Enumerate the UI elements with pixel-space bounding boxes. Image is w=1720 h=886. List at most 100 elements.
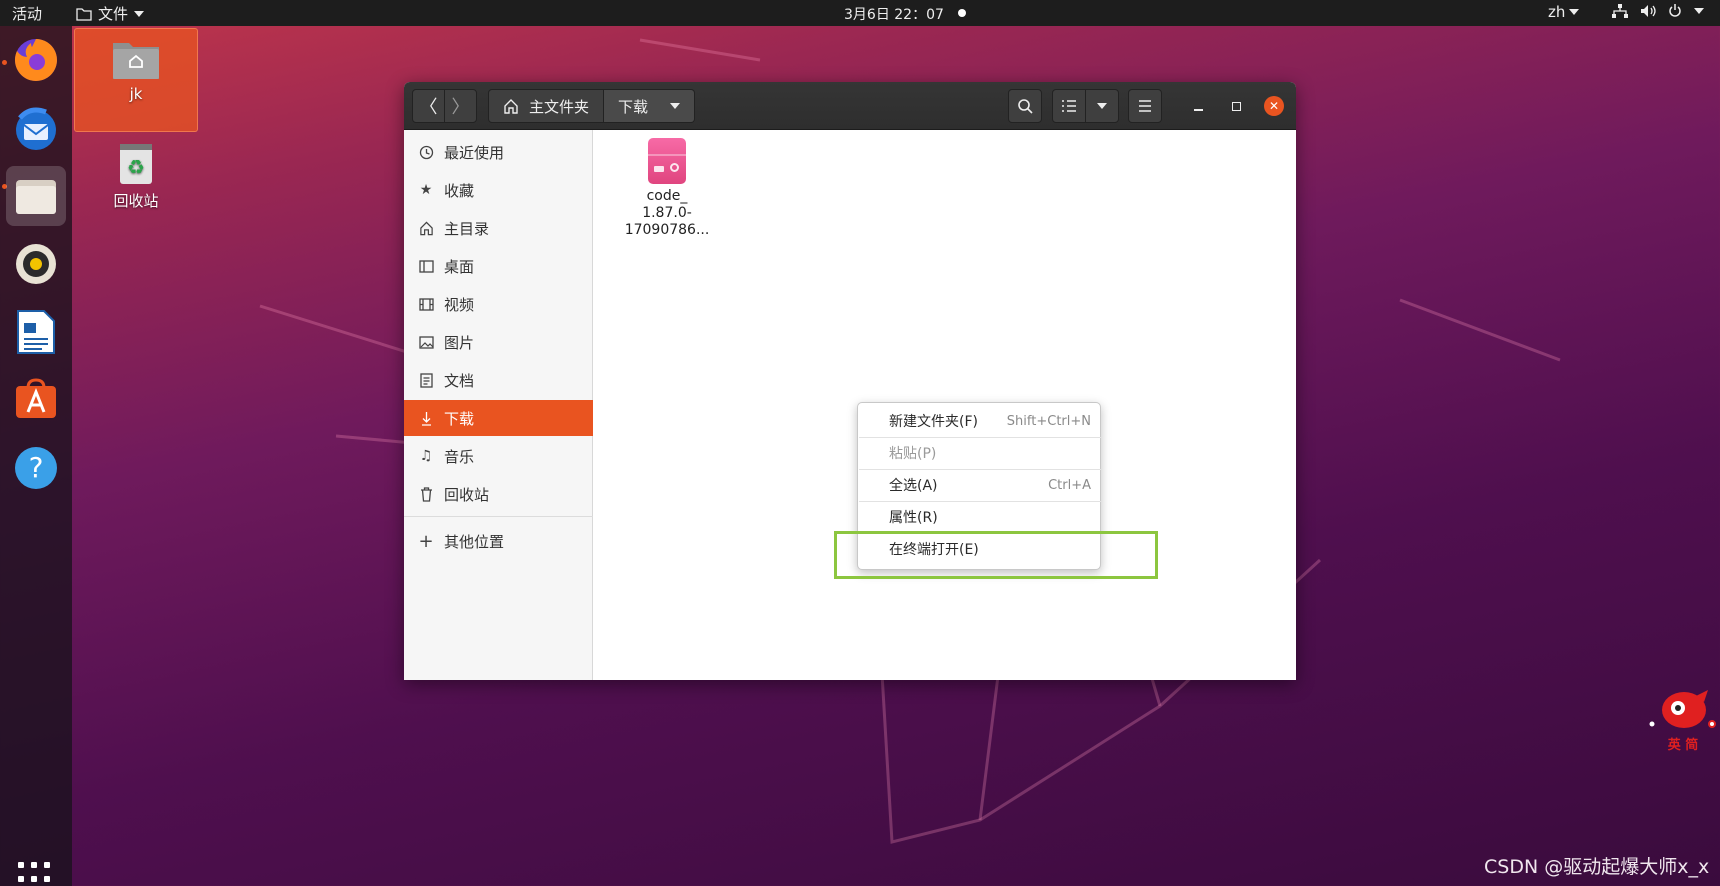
folder-icon: [76, 7, 92, 21]
dock-firefox[interactable]: [6, 30, 66, 90]
dock: ?: [0, 26, 72, 886]
sidebar-item-label: 桌面: [444, 257, 475, 276]
firefox-icon: [14, 39, 57, 81]
sidebar-item-label: 其他位置: [444, 532, 505, 551]
home-folder-icon: [113, 43, 159, 79]
trash-icon: ♻: [120, 144, 152, 184]
sidebar-divider: [404, 516, 593, 517]
input-method-mascot[interactable]: 英 简: [1648, 686, 1718, 753]
dock-help[interactable]: ?: [6, 438, 66, 498]
menu-item-select-all[interactable]: 全选(A) Ctrl+A: [859, 470, 1101, 500]
maximize-icon: [1231, 101, 1241, 111]
files-icon: [16, 180, 56, 214]
sidebar-item-label: 主目录: [444, 219, 490, 238]
list-view-icon: [1062, 100, 1076, 112]
app-menu-label: 文件: [98, 5, 129, 23]
show-applications-button[interactable]: [18, 862, 54, 886]
breadcrumb-downloads[interactable]: 下载: [604, 89, 696, 123]
chevron-down-icon: [670, 103, 681, 109]
chevron-right-icon: 〉: [451, 97, 470, 118]
home-icon: [418, 220, 434, 236]
activities-button[interactable]: 活动: [12, 3, 42, 24]
dock-rhythmbox[interactable]: [6, 234, 66, 294]
document-icon: [418, 372, 434, 388]
menu-item-new-folder[interactable]: 新建文件夹(F) Shift+Ctrl+N: [859, 406, 1101, 436]
dock-writer[interactable]: [6, 302, 66, 362]
dock-software[interactable]: [6, 370, 66, 430]
view-options-button[interactable]: [1085, 89, 1119, 123]
clock-icon: [418, 144, 434, 160]
plus-icon: +: [418, 530, 434, 552]
watermark: CSDN @驱动起爆大师x_x: [1484, 856, 1710, 878]
search-icon: [1018, 99, 1033, 114]
main-menu-button[interactable]: [1128, 89, 1162, 123]
thunderbird-icon: [16, 107, 56, 150]
breadcrumb-home[interactable]: 主文件夹: [488, 89, 605, 123]
svg-text:?: ?: [29, 451, 44, 484]
sidebar-item-label: 回收站: [444, 485, 490, 504]
power-icon: [1669, 4, 1681, 17]
chevron-down-icon: [1694, 8, 1704, 14]
search-button[interactable]: [1008, 89, 1042, 123]
dock-files[interactable]: [6, 166, 66, 226]
volume-icon: [1641, 5, 1656, 17]
file-name-line: 17090786...: [624, 222, 710, 238]
sidebar-item-documents[interactable]: 文档: [404, 362, 593, 398]
sidebar-item-home[interactable]: 主目录: [404, 210, 593, 246]
close-button[interactable]: ✕: [1264, 96, 1284, 116]
sidebar-item-music[interactable]: ♫ 音乐: [404, 438, 593, 474]
app-menu[interactable]: 文件: [76, 3, 145, 24]
download-icon: [418, 410, 434, 426]
network-icon: [1612, 4, 1628, 18]
sidebar-item-videos[interactable]: 视频: [404, 286, 593, 322]
sidebar-item-desktop[interactable]: 桌面: [404, 248, 593, 284]
clock[interactable]: 3月6日 22：07: [844, 4, 944, 24]
hamburger-menu-icon: [1139, 100, 1151, 112]
file-name-line: code_: [646, 188, 688, 204]
system-menu[interactable]: [1612, 4, 1704, 18]
mascot-label: 英 简: [1667, 738, 1699, 753]
menu-item-properties[interactable]: 属性(R): [859, 502, 1101, 532]
back-button[interactable]: 〈: [412, 89, 445, 123]
desktop-home-label: jk: [129, 85, 143, 103]
svg-text:♻: ♻: [127, 155, 145, 179]
help-icon: ?: [15, 447, 57, 489]
sidebar-item-label: 收藏: [444, 181, 475, 200]
speaker-icon: [16, 244, 56, 284]
sidebar-item-recent[interactable]: 最近使用: [404, 134, 593, 170]
sidebar-item-pictures[interactable]: 图片: [404, 324, 593, 360]
trash-icon: [418, 486, 434, 502]
desktop-trash-icon[interactable]: ♻ 回收站: [74, 140, 198, 211]
desktop-icon: [418, 258, 434, 274]
menu-item-paste[interactable]: 粘贴(P): [859, 438, 1101, 468]
annotation-highlight-box: [834, 531, 1158, 579]
sidebar-item-trash[interactable]: 回收站: [404, 476, 593, 512]
forward-button[interactable]: 〉: [444, 89, 477, 123]
language-menu[interactable]: zh: [1548, 3, 1580, 21]
list-view-button[interactable]: [1052, 89, 1086, 123]
sidebar-item-label: 下载: [444, 409, 475, 428]
notification-dot-icon: [958, 9, 966, 17]
minimize-icon: [1193, 109, 1203, 111]
menu-item-label: 属性(R): [889, 510, 938, 526]
deb-package-icon: [648, 138, 686, 184]
minimize-button[interactable]: [1184, 89, 1212, 123]
sidebar-item-other-locations[interactable]: + 其他位置: [404, 523, 593, 559]
menu-item-shortcut: Shift+Ctrl+N: [1006, 413, 1091, 429]
top-bar: 活动 文件 3月6日 22：07 zh: [0, 0, 1720, 26]
file-item[interactable]: code_ 1.87.0- 17090786...: [622, 138, 712, 239]
sidebar-item-label: 音乐: [444, 447, 475, 466]
breadcrumb-downloads-label: 下载: [618, 97, 649, 116]
sidebar-item-starred[interactable]: ★ 收藏: [404, 172, 593, 208]
music-icon: ♫: [419, 448, 433, 464]
header-bar: 〈 〉 主文件夹 下载 ✕: [404, 82, 1296, 130]
sidebar-item-downloads[interactable]: 下载: [404, 400, 593, 436]
menu-item-label: 新建文件夹(F): [889, 414, 978, 430]
dock-thunderbird[interactable]: [6, 98, 66, 158]
desktop-trash-label: 回收站: [113, 192, 159, 210]
chevron-down-icon: [1569, 9, 1580, 15]
desktop-home-icon[interactable]: jk: [74, 28, 198, 132]
sidebar-item-label: 视频: [444, 295, 475, 314]
breadcrumb: 主文件夹 下载: [488, 89, 696, 123]
maximize-button[interactable]: [1222, 89, 1250, 123]
